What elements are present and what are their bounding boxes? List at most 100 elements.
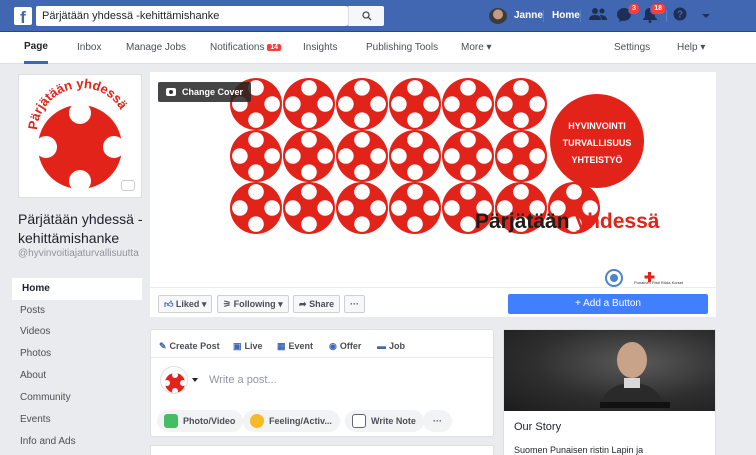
left-nav-home[interactable]: Home — [12, 278, 142, 300]
partner-label: Punainen Risti Röda Korset — [634, 280, 684, 285]
liked-button[interactable]: 👍︎ Liked ▾ — [158, 295, 213, 313]
cover-values-circle: HYVINVOINTI TURVALLISUUS YHTEISTYÖ — [550, 94, 644, 188]
tab-label: Offer — [339, 341, 362, 351]
tab-publishing-tools[interactable]: Publishing Tools — [366, 32, 438, 64]
tab-help[interactable]: Help ▾ — [677, 32, 705, 64]
following-button[interactable]: ⚞ Following ▾ — [217, 295, 289, 313]
messages-badge: 3 — [628, 3, 640, 15]
photo-video-button[interactable]: Photo/Video — [157, 410, 244, 432]
more-actions-button[interactable]: ··· — [344, 295, 365, 313]
offer-tag-icon: ◉ — [329, 341, 337, 351]
tab-inbox[interactable]: Inbox — [77, 32, 101, 64]
partner-logos: Punainen Risti Röda Korset — [605, 269, 684, 287]
button-label: Photo/Video — [183, 416, 236, 426]
photo-icon — [164, 414, 178, 428]
friend-requests-icon[interactable] — [588, 7, 608, 25]
write-note-button[interactable]: Write Note — [345, 410, 424, 432]
rss-icon: ⚞ — [223, 299, 232, 309]
following-label: Following ▾ — [233, 299, 283, 309]
page-admin-nav: Page Inbox Manage Jobs Notifications 14 … — [0, 32, 756, 64]
svg-text:?: ? — [677, 10, 683, 21]
change-cover-label: Change Cover — [182, 87, 244, 97]
note-icon — [352, 414, 366, 428]
user-avatar[interactable] — [489, 8, 507, 24]
search-value: Pärjätään yhdessä -kehittämishanke — [42, 10, 220, 22]
live-video-icon: ▣ — [233, 341, 242, 351]
left-nav-events[interactable]: Events — [12, 409, 142, 431]
left-nav-info-and-ads[interactable]: Info and Ads — [12, 431, 142, 453]
our-story-card[interactable]: Our Story Suomen Punaisen ristin Lapin j… — [503, 329, 716, 455]
smiley-icon — [250, 414, 264, 428]
profile-picture[interactable]: Pärjätään yhdessä — [18, 74, 142, 198]
notifications-bell-icon[interactable]: 18 — [640, 3, 666, 25]
feeling-activity-button[interactable]: Feeling/Activ... — [243, 410, 340, 432]
left-nav-photos[interactable]: Photos — [12, 343, 142, 365]
page-avatar[interactable] — [160, 366, 188, 394]
story-photo[interactable] — [504, 330, 715, 411]
left-nav-about[interactable]: About — [12, 365, 142, 387]
button-label: Write Note — [371, 416, 416, 426]
tab-manage-jobs[interactable]: Manage Jobs — [126, 32, 186, 64]
home-link[interactable]: Home — [552, 8, 580, 24]
tab-label: Live — [244, 341, 263, 351]
calendar-icon: ▦ — [277, 341, 286, 351]
add-a-button[interactable]: + Add a Button — [508, 294, 708, 314]
search-button[interactable] — [348, 6, 384, 26]
share-arrow-icon: ➦ — [299, 299, 307, 309]
left-nav-community[interactable]: Community — [12, 387, 142, 409]
tab-live[interactable]: ▣ Live — [233, 340, 263, 352]
tab-more[interactable]: More ▾ — [461, 32, 492, 64]
share-button[interactable]: ➦ Share — [293, 295, 341, 313]
divider — [543, 10, 544, 22]
pencil-icon: ✎ — [159, 341, 167, 351]
tab-insights[interactable]: Insights — [303, 32, 337, 64]
divider — [580, 10, 581, 22]
notifications-badge: 18 — [650, 3, 666, 15]
tab-create-post[interactable]: ✎ Create Post — [159, 340, 220, 352]
tab-page[interactable]: Page — [24, 32, 48, 64]
page-name: Pärjätään yhdessä -kehittämishanke — [18, 211, 143, 246]
tab-label: Create Post — [169, 341, 220, 351]
page-actions-bar: 👍︎ Liked ▾ ⚞ Following ▾ ➦ Share ··· + A… — [150, 287, 716, 317]
cover-wordmark: Pärjätään yhdessä — [475, 210, 659, 234]
cover-value-line: YHTEISTYÖ — [571, 155, 623, 165]
cover-wordmark-red: yhdessä — [575, 210, 660, 233]
tab-job[interactable]: ▬ Job — [377, 340, 405, 352]
facebook-page-admin-view: f Pärjätään yhdessä -kehittämishanke Jan… — [0, 0, 756, 455]
chevron-down-icon[interactable] — [192, 378, 198, 382]
user-name: Janne — [514, 10, 543, 21]
thumbs-up-icon: 👍︎ — [164, 299, 174, 309]
page-handle[interactable]: @hyvinvoitiajaturvallisuutta — [18, 248, 158, 260]
post-composer: ✎ Create Post ▣ Live ▦ Event ◉ Offer ▬ Job Wr… — [150, 329, 494, 437]
liked-label: Liked ▾ — [175, 299, 207, 309]
share-label: Share — [309, 299, 335, 309]
profile-logo-image: Pärjätään yhdessä — [25, 76, 131, 192]
tab-offer[interactable]: ◉ Offer — [329, 340, 361, 352]
search-icon — [361, 11, 371, 21]
more-composer-options-button[interactable]: ··· — [423, 410, 452, 432]
camera-icon — [166, 88, 176, 96]
notifications-count-badge: 14 — [267, 44, 282, 51]
tab-settings[interactable]: Settings — [614, 32, 650, 64]
facebook-logo-icon[interactable]: f — [14, 7, 32, 25]
tab-notifications[interactable]: Notifications 14 — [210, 32, 282, 64]
left-nav-posts[interactable]: Posts — [12, 300, 142, 322]
briefcase-icon: ▬ — [377, 341, 386, 351]
divider — [151, 357, 493, 358]
button-label: Feeling/Activ... — [269, 416, 332, 426]
tab-event[interactable]: ▦ Event — [277, 340, 313, 352]
messages-icon[interactable]: 3 — [614, 3, 640, 25]
camera-icon[interactable] — [121, 180, 135, 191]
tab-notifications-label: Notifications — [210, 42, 265, 53]
write-post-input[interactable]: Write a post... — [209, 374, 277, 386]
left-nav-videos[interactable]: Videos — [12, 321, 142, 343]
divider — [666, 10, 667, 22]
cover-photo[interactable] — [150, 72, 716, 287]
search-input[interactable]: Pärjätään yhdessä -kehittämishanke — [36, 6, 384, 26]
story-text: Suomen Punaisen ristin Lapin ja — [514, 445, 644, 455]
help-icon[interactable]: ? — [670, 7, 690, 25]
cover-wordmark-black: Pärjätään — [475, 210, 576, 233]
account-menu-chevron-icon[interactable] — [696, 7, 716, 25]
change-cover-button[interactable]: Change Cover — [158, 82, 252, 102]
cover-value-line: TURVALLISUUS — [562, 138, 632, 148]
